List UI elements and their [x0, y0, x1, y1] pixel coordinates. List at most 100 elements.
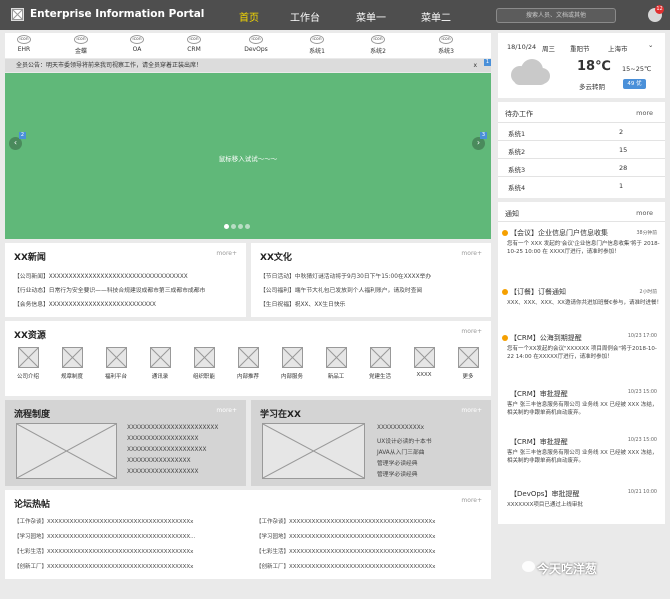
todo-count: 1 — [619, 182, 624, 190]
app-ehr[interactable]: icon EHR — [7, 35, 41, 53]
notification-more-link[interactable]: more — [636, 209, 653, 217]
notification-item-body: 客户 张三丰信息服务有限公司 业务线 XX 已经被 XXX 冻结，相关制的非跟单… — [507, 450, 658, 464]
learning-item[interactable]: 管理学必读经典 — [377, 458, 418, 467]
app-kingdee[interactable]: icon 金蝶 — [64, 35, 98, 55]
close-icon[interactable]: x — [473, 59, 477, 72]
announcement-bar: 全员公告：明天市委领导将前来我司视察工作，请全员穿着正装出席！ x 1 — [5, 59, 491, 72]
nav-home[interactable]: 首页 — [239, 9, 259, 24]
app-system-3[interactable]: icon 系统3 — [429, 35, 463, 55]
news-card: XX新闻 more+ 【公司新闻】XXXXXXXXXXXXXXXXXXXXXXX… — [5, 243, 246, 317]
app-shortcuts: icon EHR icon 金蝶 icon OA icon CRM icon DevOps… — [5, 33, 491, 58]
culture-item[interactable]: 【节日活动】中秋猜灯谜活动将于9月30日下午15:00在XXXX举办 — [260, 271, 431, 280]
todo-row[interactable]: 系统2 15 — [498, 140, 665, 158]
app-label: CRM — [187, 46, 201, 53]
news-more-link[interactable]: more+ — [216, 250, 237, 257]
chevron-down-icon[interactable]: ⌄ — [648, 41, 653, 49]
learning-item[interactable]: XXXXXXXXXXXx — [377, 425, 424, 431]
resource-item[interactable]: 新品工 — [318, 347, 354, 380]
resource-item[interactable]: 内部服务 — [274, 347, 310, 380]
image-placeholder-icon — [237, 347, 259, 368]
search-input[interactable]: 搜索人员、文档或其他 — [496, 8, 616, 23]
banner-carousel[interactable]: 鼠标移入试试～～～ ‹ › 2 3 — [5, 73, 491, 239]
resource-item[interactable]: 更多 — [450, 347, 486, 380]
forum-post[interactable]: 【工作杂谈】XXXXXXXXXXXXXXXXXXXXXXXXXXXXXXXXXX… — [256, 517, 435, 525]
app-icon: icon — [249, 35, 263, 44]
process-image[interactable] — [16, 423, 117, 479]
process-item[interactable]: XXXXXXXXXXXXXXXXXXXXXXX — [127, 425, 218, 431]
image-placeholder-icon — [281, 347, 303, 368]
app-label: 金蝶 — [74, 48, 87, 55]
process-item[interactable]: XXXXXXXXXXXXXXXXXXXX — [127, 447, 206, 453]
app-system-1[interactable]: icon 系统1 — [300, 35, 334, 55]
resource-label: 福利平台 — [104, 374, 127, 380]
process-item[interactable]: XXXXXXXXXXXXXXXX — [127, 458, 191, 464]
learning-item[interactable]: JAVA从入门三部曲 — [377, 447, 425, 456]
process-item[interactable]: XXXXXXXXXXXXXXXXXX — [127, 469, 198, 475]
resource-item[interactable]: 规章制度 — [54, 347, 90, 380]
resource-item[interactable]: XXXX — [406, 347, 442, 378]
learning-more-link[interactable]: more+ — [461, 407, 482, 414]
weather-range: 15~25℃ — [622, 65, 652, 73]
resource-item[interactable]: 党建生活 — [362, 347, 398, 380]
weather-city[interactable]: 上海市 — [608, 43, 628, 53]
app-system-2[interactable]: icon 系统2 — [361, 35, 395, 55]
culture-more-link[interactable]: more+ — [461, 250, 482, 257]
forum-post[interactable]: 【学习园地】XXXXXXXXXXXXXXXXXXXXXXXXXXXXXXXXXX… — [14, 532, 195, 540]
learning-item[interactable]: 管理学必读经典 — [377, 469, 418, 478]
resource-item[interactable]: 福利平台 — [98, 347, 134, 380]
forum-more-link[interactable]: more+ — [461, 497, 482, 504]
app-oa[interactable]: icon OA — [120, 35, 154, 53]
resource-item[interactable]: 内部推荐 — [230, 347, 266, 380]
todo-more-link[interactable]: more — [636, 109, 653, 117]
forum-post[interactable]: 【创新工厂】XXXXXXXXXXXXXXXXXXXXXXXXXXXXXXXXXX… — [256, 562, 435, 570]
culture-item[interactable]: 【公司福利】端午节大礼包已发放到个人福利账户，请及时查阅 — [260, 285, 422, 294]
resource-item[interactable]: 公司介绍 — [10, 347, 46, 380]
wechat-icon — [522, 561, 535, 572]
nav-workbench[interactable]: 工作台 — [290, 9, 320, 24]
resource-label: 规章制度 — [60, 374, 83, 380]
notification-item-body: 您有一个XX发起的会议"XXXXXX 项目周例会"将于2018-10-22 14… — [507, 346, 657, 360]
carousel-dot[interactable] — [245, 224, 250, 229]
carousel-dot[interactable] — [224, 224, 229, 229]
nav-menu-2[interactable]: 菜单二 — [421, 9, 451, 24]
todo-row[interactable]: 系统4 1 — [498, 176, 665, 194]
app-icon: icon — [439, 35, 453, 44]
nav-menu-1[interactable]: 菜单一 — [356, 9, 386, 24]
carousel-dot[interactable] — [238, 224, 243, 229]
forum-post[interactable]: 【学习园地】XXXXXXXXXXXXXXXXXXXXXXXXXXXXXXXXXX… — [256, 532, 435, 540]
learning-image[interactable] — [262, 423, 365, 479]
app-devops[interactable]: icon DevOps — [239, 35, 273, 53]
app-label: EHR — [17, 46, 31, 53]
news-item[interactable]: 【公司新闻】XXXXXXXXXXXXXXXXXXXXXXXXXXXXXXXXXX… — [14, 271, 188, 280]
news-item[interactable]: 【会务信息】XXXXXXXXXXXXXXXXXXXXXXXXXXX — [14, 299, 156, 308]
forum-post[interactable]: 【创新工厂】XXXXXXXXXXXXXXXXXXXXXXXXXXXXXXXXXX… — [14, 562, 193, 570]
notification-item-title: 【DevOps】审批提醒 — [510, 490, 580, 498]
culture-item[interactable]: 【生日祝福】祝XX、XX生日快乐 — [260, 299, 345, 308]
weather-desc: 多云转阴 — [579, 83, 605, 91]
forum-post[interactable]: 【七彩生活】XXXXXXXXXXXXXXXXXXXXXXXXXXXXXXXXXX… — [256, 547, 435, 555]
resource-item[interactable]: 组织职能 — [186, 347, 222, 380]
app-icon: icon — [74, 35, 88, 44]
notification-item-time: 10/21 10:00 — [627, 490, 657, 495]
todo-system: 系统3 — [508, 166, 526, 174]
process-more-link[interactable]: more+ — [216, 407, 237, 414]
learning-title: 学习在XX — [260, 410, 301, 420]
forum-post[interactable]: 【工作杂谈】XXXXXXXXXXXXXXXXXXXXXXXXXXXXXXXXXX… — [14, 517, 193, 525]
carousel-dot[interactable] — [231, 224, 236, 229]
notification-item-body: 客户 张三丰信息服务有限公司 业务线 XX 已经被 XXX 冻结，相关制的非跟单… — [507, 402, 658, 416]
weather-festival: 重阳节 — [570, 45, 590, 53]
process-item[interactable]: XXXXXXXXXXXXXXXXXX — [127, 436, 198, 442]
brand-title[interactable]: Enterprise Information Portal — [30, 8, 204, 20]
resource-item[interactable]: 通讯录 — [142, 347, 178, 380]
process-card: 流程制度 more+ XXXXXXXXXXXXXXXXXXXXXXX XXXXX… — [5, 400, 246, 486]
todo-title: 待办工作 — [505, 110, 533, 118]
app-crm[interactable]: icon CRM — [177, 35, 211, 53]
forum-post[interactable]: 【七彩生活】XXXXXXXXXXXXXXXXXXXXXXXXXXXXXXXXXX… — [14, 547, 193, 555]
todo-row[interactable]: 系统3 28 — [498, 158, 665, 176]
resources-more-link[interactable]: more+ — [461, 328, 482, 335]
learning-item[interactable]: UX设计必读的十本书 — [377, 436, 432, 445]
app-icon: icon — [187, 35, 201, 44]
news-item[interactable]: 【行业动态】日常行为安全要识——科技合规建设成都市第三成都市成都市 — [14, 285, 205, 294]
todo-row[interactable]: 系统1 2 — [498, 122, 665, 140]
logo-icon[interactable] — [11, 8, 24, 21]
